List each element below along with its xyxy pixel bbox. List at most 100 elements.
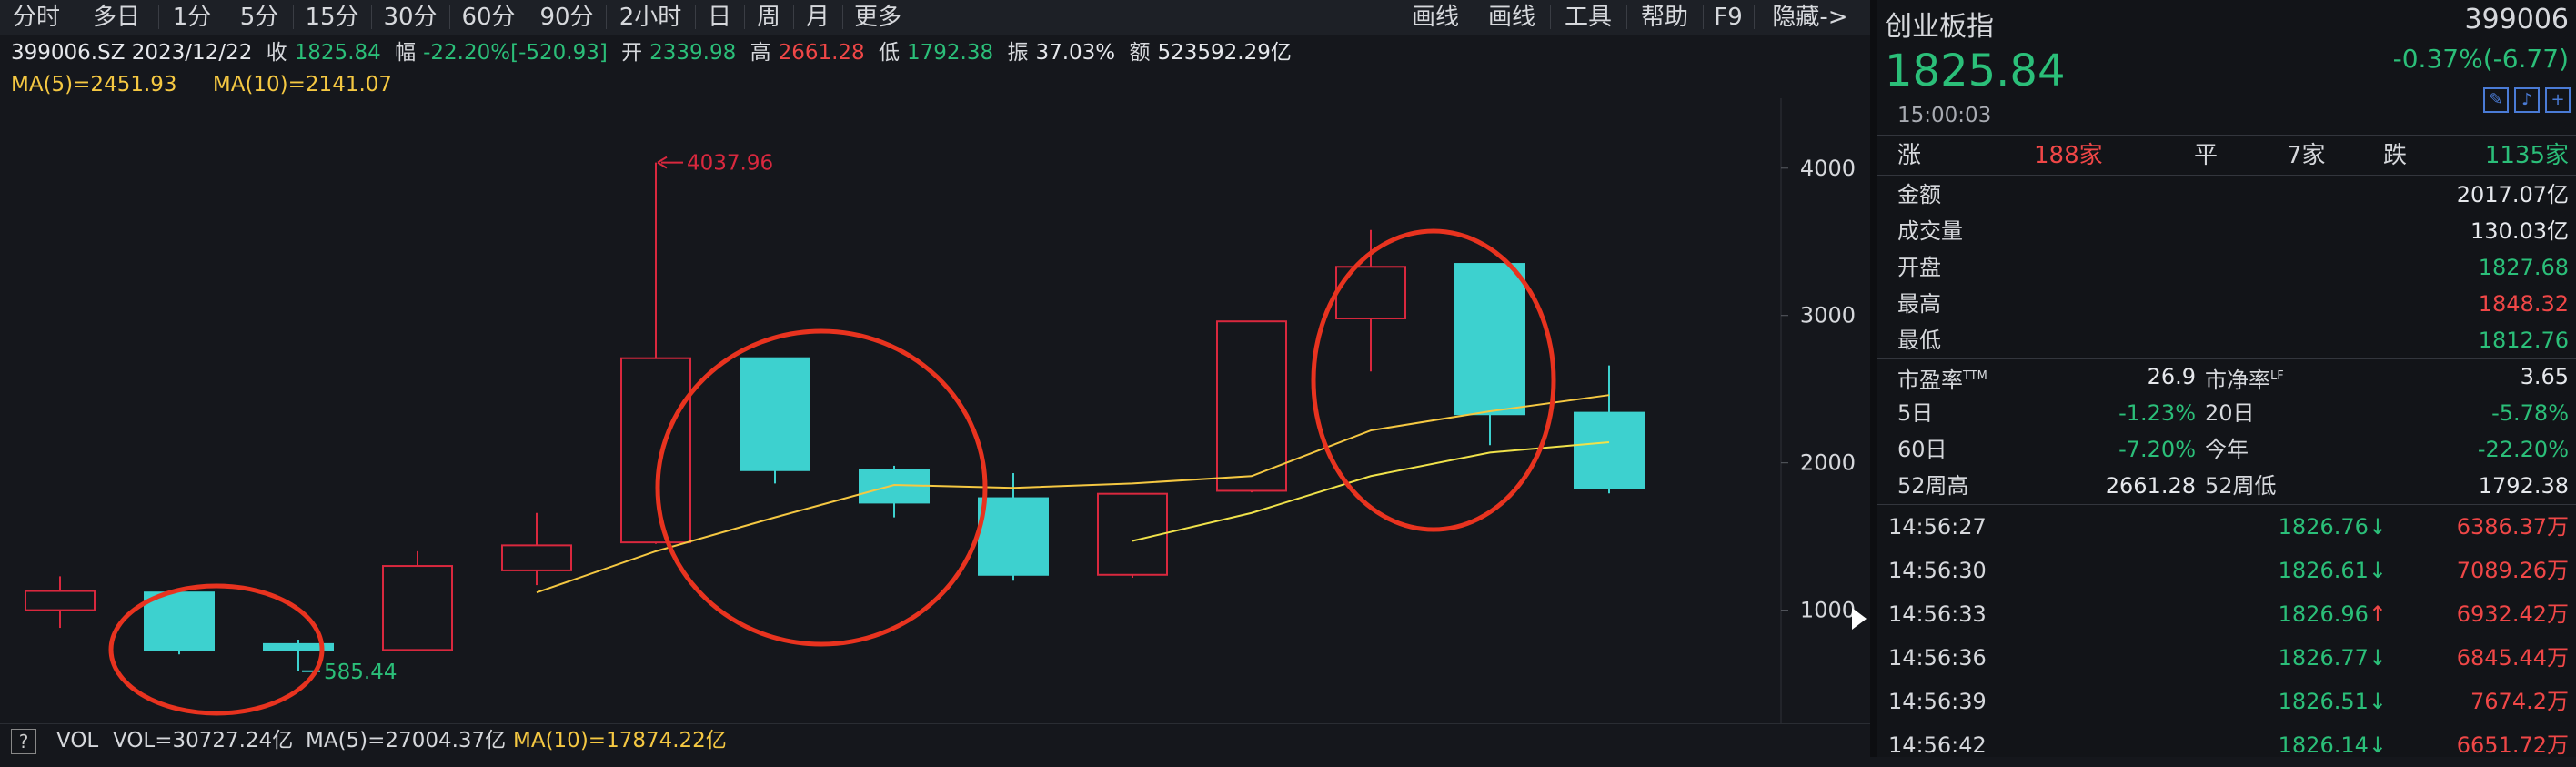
tick-row: 14:56:33 1826.96↑ 6932.42万 [1888,601,2569,627]
alert-bell-icon[interactable]: ♪ [2514,87,2540,113]
arrow-down-icon: ↓ [2368,645,2387,671]
drawline-button[interactable]: 画线 [1477,0,1546,35]
add-icon[interactable]: + [2545,87,2571,113]
tab-intraday[interactable]: 分时 [0,0,73,35]
f9-button[interactable]: F9 [1706,0,1750,35]
amplitude-value: 37.03% [1035,41,1116,65]
candlestick-chart[interactable]: 4000 3000 2000 1000 4037.96 585.44 [0,98,1870,723]
help-button[interactable]: 帮助 [1630,0,1699,35]
amplitude-label: 振 [1007,41,1029,65]
ma5-line [536,394,1610,594]
tools-button[interactable]: 工具 [1554,0,1623,35]
quote-panel: 创业板指 399006 1825.84 -0.37%(-6.77) 15:00:… [1877,0,2576,758]
ma-legend: MA(5)=2451.93 MA(10)=2141.07 [11,71,421,98]
high-value: 2661.28 [778,41,865,65]
candle-body[interactable] [740,357,810,471]
y-tick-label: 1000 [1800,598,1856,623]
valuation-row: 市盈率TTM 26.9 市净率LF 3.65 [1897,364,2569,393]
close-label: 收 [266,41,287,65]
low-label: 低 [879,41,901,65]
open-value: 2339.98 [649,41,737,65]
min-price-label: 585.44 [324,661,397,684]
open-row: 开盘 1827.68 [1897,255,2569,280]
candle-body[interactable] [25,590,96,611]
amount-row: 金额 2017.07亿 [1897,182,2569,207]
help-icon[interactable]: ? [11,729,36,754]
code-date: 399006.SZ 2023/12/22 [11,41,253,65]
ma10-legend: MA(10)=2141.07 [212,73,393,96]
return-row-2: 60日 -7.20% 今年 -22.20% [1897,437,2569,462]
arrow-down-icon: ↓ [2368,689,2387,714]
arrow-up-icon: ↑ [2368,601,2387,627]
tab-day[interactable]: 日 [697,0,742,35]
tab-15min[interactable]: 15分 [295,0,369,35]
period-toolbar: 分时 多日 1分 5分 15分 30分 60分 90分 2小时 日 周 月 更多… [0,0,1870,35]
high-row: 最高 1848.32 [1897,291,2569,317]
volume-row: 成交量 130.03亿 [1897,218,2569,244]
expand-arrow-icon[interactable] [1852,608,1867,630]
tab-1min[interactable]: 1分 [160,0,224,35]
down-label: 跌 [2383,142,2408,169]
range52-row: 52周高 2661.28 52周低 1792.38 [1897,473,2569,499]
flat-count: 7家 [2287,142,2326,169]
edit-icon[interactable]: ✎ [2483,87,2509,113]
candle-body[interactable] [620,357,691,544]
candle-body[interactable] [144,591,215,651]
amount-label: 额 [1129,41,1151,65]
tab-2hour[interactable]: 2小时 [608,0,693,35]
tab-more[interactable]: 更多 [844,0,911,35]
kline-panel: 分时 多日 1分 5分 15分 30分 60分 90分 2小时 日 周 月 更多… [0,0,1870,757]
tab-week[interactable]: 周 [746,0,791,35]
index-price: 1825.84 [1885,45,2066,96]
change-value: -22.20%[-520.93] [423,41,608,65]
tab-5min[interactable]: 5分 [227,0,291,35]
up-label: 涨 [1897,142,1922,169]
low-value: 1792.38 [907,41,994,65]
ma5-legend: MA(5)=2451.93 [11,73,177,96]
y-tick-label: 4000 [1800,156,1856,181]
candle-body[interactable] [501,544,572,571]
amount-value: 523592.29亿 [1157,41,1292,65]
index-change: -0.37%(-6.77) [2392,44,2569,74]
tab-30min[interactable]: 30分 [373,0,448,35]
tab-month[interactable]: 月 [795,0,840,35]
candle-info-line: 399006.SZ 2023/12/22 收 1825.84 幅 -22.20%[-… [11,38,1299,67]
tab-60min[interactable]: 60分 [451,0,526,35]
draw-button[interactable]: 画线 [1401,0,1470,35]
y-tick-label: 3000 [1800,303,1856,328]
open-label: 开 [621,41,643,65]
max-price-label: 4037.96 [687,152,773,176]
tick-row: 14:56:36 1826.77↓ 6845.44万 [1888,645,2569,671]
tab-90min[interactable]: 90分 [529,0,604,35]
quote-time: 15:00:03 [1897,104,1992,127]
vol-label: VOL [56,729,99,752]
down-count: 1135家 [2484,142,2569,169]
tick-row: 14:56:30 1826.61↓ 7089.26万 [1888,558,2569,583]
vol-ma10: MA(10)=17874.22亿 [513,729,727,752]
panel-divider [1870,0,1877,757]
candle-body[interactable] [978,497,1049,576]
arrow-down-icon: ↓ [2368,558,2387,583]
tick-row: 14:56:39 1826.51↓ 7674.2万 [1888,689,2569,714]
up-count: 188家 [2034,142,2103,169]
high-label: 高 [750,41,771,65]
y-tick-label: 2000 [1800,450,1856,476]
candle-body[interactable] [382,565,453,651]
tab-multiday[interactable]: 多日 [76,0,156,35]
volume-bar: ? VOL VOL=30727.24亿 MA(5)=27004.37亿 MA(1… [0,723,1870,758]
vol-ma5: MA(5)=27004.37亿 [306,729,507,752]
candle-body[interactable] [1097,492,1168,576]
change-label: 幅 [395,41,417,65]
arrow-down-icon: ↓ [2368,732,2387,758]
low-row: 最低 1812.76 [1897,328,2569,353]
arrow-down-icon: ↓ [2368,514,2387,540]
market-breadth: 涨 188家 平 7家 跌 1135家 [1877,140,2576,171]
candle-body[interactable] [1574,411,1645,489]
hide-button[interactable]: 隐藏-> [1757,0,1863,35]
candle-body[interactable] [1454,263,1525,416]
candle-body[interactable] [1216,320,1287,492]
index-code: 399006 [2464,4,2569,35]
tick-row: 14:56:27 1826.76↓ 6386.37万 [1888,514,2569,540]
tick-row: 14:56:42 1826.14↓ 6651.72万 [1888,732,2569,758]
quote-tools: ✎ ♪ + [2478,87,2571,113]
